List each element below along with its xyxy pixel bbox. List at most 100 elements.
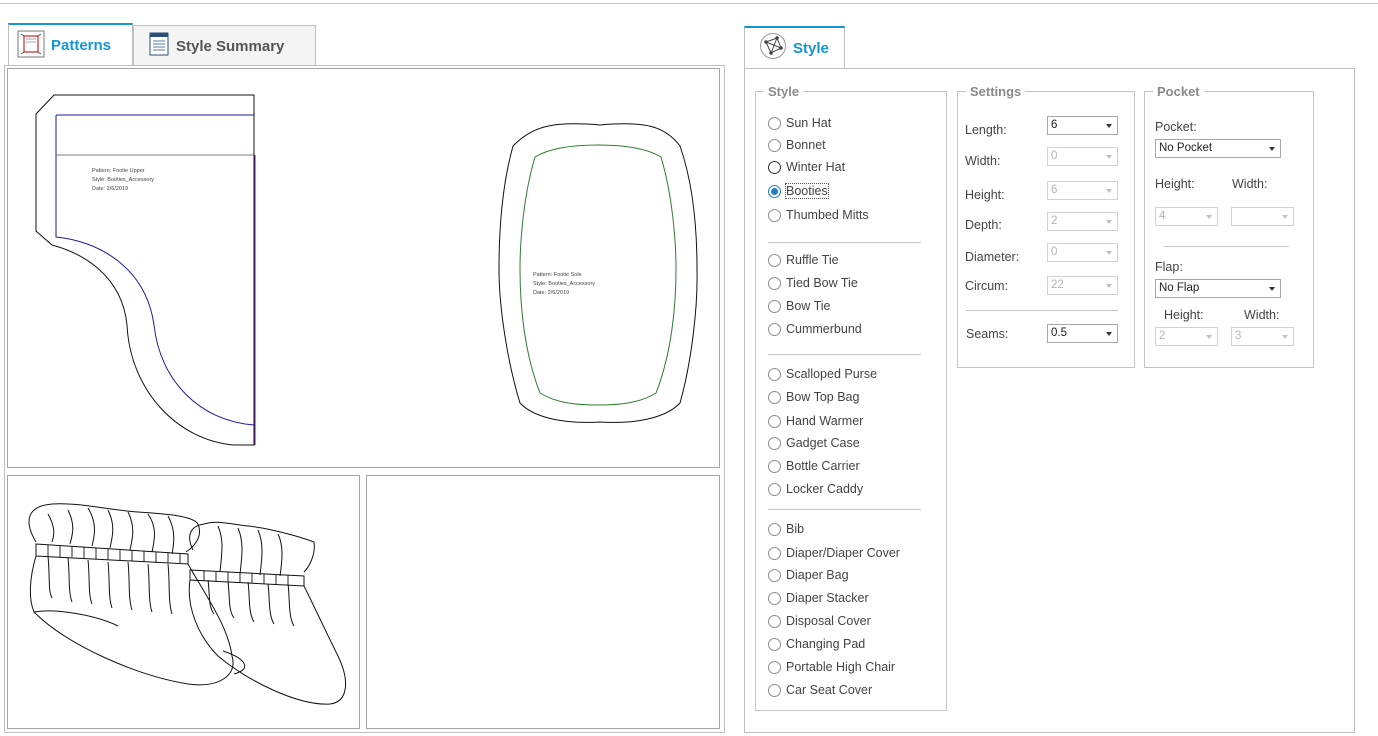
radio-button[interactable] [768, 568, 781, 582]
style-option-label: Locker Caddy [786, 482, 864, 496]
empty-preview-view [366, 475, 720, 729]
style-option[interactable]: Booties [768, 183, 829, 199]
circum-select: 22 [1047, 276, 1118, 295]
style-option-label: Disposal Cover [786, 614, 871, 628]
diameter-label: Diameter: [965, 250, 1020, 264]
radio-button[interactable] [768, 253, 781, 267]
style-option[interactable]: Car Seat Cover [768, 683, 872, 697]
style-option-label: Bow Tie [786, 299, 831, 313]
seams-select[interactable]: 0.5 [1047, 324, 1118, 343]
radio-button[interactable] [768, 614, 781, 628]
style-option[interactable]: Diaper Bag [768, 568, 849, 582]
style-option[interactable]: Scalloped Purse [768, 367, 877, 381]
pocket-height-select: 4 [1155, 207, 1218, 226]
height-select: 6 [1047, 181, 1118, 200]
style-option[interactable]: Bib [768, 522, 804, 536]
pocket-width-label: Width: [1232, 177, 1268, 191]
pattern-layout-view[interactable]: Pattern: Footie Upper Style: Booties_Acc… [7, 68, 720, 468]
radio-button[interactable] [768, 482, 781, 496]
radio-button[interactable] [768, 184, 781, 198]
style-option-label: Car Seat Cover [786, 683, 873, 697]
footie-upper-outline [35, 94, 255, 446]
radio-button[interactable] [768, 546, 781, 560]
style-option[interactable]: Bow Top Bag [768, 390, 859, 404]
radio-button[interactable] [768, 322, 781, 336]
pattern-pieces-drawing [35, 94, 698, 446]
style-option[interactable]: Sun Hat [768, 116, 831, 130]
depth-select: 2 [1047, 212, 1118, 231]
radio-button[interactable] [768, 637, 781, 651]
tab-style-summary-label: Style Summary [176, 37, 285, 55]
radio-button[interactable] [768, 299, 781, 313]
style-option[interactable]: Portable High Chair [768, 660, 895, 674]
style-separator [768, 242, 921, 243]
style-option-label: Diaper/Diaper Cover [786, 546, 900, 560]
style-option[interactable]: Cummerbund [768, 322, 862, 336]
flap-select[interactable]: No Flap [1155, 279, 1281, 298]
style-separator [768, 354, 921, 355]
radio-button[interactable] [768, 660, 781, 674]
style-option[interactable]: Hand Warmer [768, 414, 863, 428]
radio-button[interactable] [768, 276, 781, 290]
flap-height-label: Height: [1164, 308, 1204, 322]
radio-button[interactable] [768, 414, 781, 428]
tab-patterns-label: Patterns [51, 37, 112, 54]
style-option-label: Winter Hat [786, 160, 846, 174]
radio-button[interactable] [768, 208, 781, 222]
radio-button[interactable] [768, 390, 781, 404]
pocket-label: Pocket: [1155, 120, 1197, 134]
style-option[interactable]: Thumbed Mitts [768, 208, 869, 222]
pocket-group-legend: Pocket [1153, 84, 1204, 99]
radio-button[interactable] [768, 436, 781, 450]
document-icon [148, 32, 170, 60]
style-option[interactable]: Diaper Stacker [768, 591, 869, 605]
footie-upper-seam [55, 114, 255, 426]
style-option[interactable]: Winter Hat [768, 160, 845, 174]
style-option-label: Bottle Carrier [786, 459, 860, 473]
style-option-label: Bow Top Bag [786, 390, 860, 404]
style-option[interactable]: Bonnet [768, 138, 826, 152]
style-option[interactable]: Diaper/Diaper Cover [768, 546, 900, 560]
style-option[interactable]: Disposal Cover [768, 614, 871, 628]
tab-style-label: Style [793, 39, 829, 57]
style-option-label: Portable High Chair [786, 660, 896, 674]
flap-width-label: Width: [1244, 308, 1280, 322]
pocket-width-select [1231, 207, 1294, 226]
style-option[interactable]: Bottle Carrier [768, 459, 860, 473]
radio-button[interactable] [768, 683, 781, 697]
length-select[interactable]: 6 [1047, 116, 1118, 135]
style-option-label: Bib [786, 522, 805, 536]
top-divider [0, 3, 1378, 4]
width-select: 0 [1047, 147, 1118, 166]
radio-button[interactable] [768, 160, 781, 174]
style-option[interactable]: Gadget Case [768, 436, 860, 450]
style-option[interactable]: Tied Bow Tie [768, 276, 858, 290]
tab-style[interactable]: Style [744, 26, 845, 68]
radio-button[interactable] [768, 138, 781, 152]
diameter-select: 0 [1047, 243, 1118, 262]
tab-patterns[interactable]: Patterns [8, 23, 133, 66]
style-option[interactable]: Changing Pad [768, 637, 865, 651]
pocket-select[interactable]: No Pocket [1155, 139, 1281, 158]
style-option-label: Bonnet [786, 138, 826, 152]
height-label: Height: [965, 188, 1005, 202]
radio-button[interactable] [768, 116, 781, 130]
style-option[interactable]: Ruffle Tie [768, 253, 839, 267]
style-option-label: Booties [785, 183, 829, 199]
settings-group-legend: Settings [966, 84, 1026, 99]
radio-button[interactable] [768, 591, 781, 605]
tab-style-summary[interactable]: Style Summary [133, 25, 316, 66]
style-option[interactable]: Bow Tie [768, 299, 830, 313]
style-option-label: Scalloped Purse [786, 367, 878, 381]
style-option-label: Gadget Case [786, 436, 860, 450]
circum-label: Circum: [965, 279, 1009, 293]
style-option-label: Cummerbund [786, 322, 862, 336]
style-option[interactable]: Locker Caddy [768, 482, 863, 496]
radio-button[interactable] [768, 522, 781, 536]
flap-width-select: 3 [1231, 327, 1294, 346]
radio-button[interactable] [768, 367, 781, 381]
booties-illustration [28, 503, 347, 705]
style-option-label: Diaper Bag [786, 568, 849, 582]
style-option-label: Sun Hat [786, 116, 832, 130]
radio-button[interactable] [768, 459, 781, 473]
